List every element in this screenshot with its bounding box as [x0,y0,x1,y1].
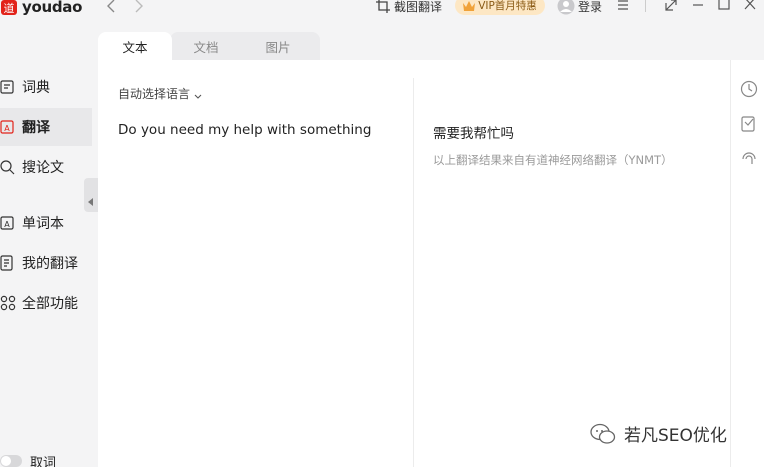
translation-panel: 自动选择语言 Do you need my help with somethin… [98,60,764,467]
crop-icon [376,0,390,13]
tab-document[interactable]: 文档 [172,32,240,60]
sidebar-item-wordbook[interactable]: A 单词本 [0,204,92,242]
tab-label: 文本 [122,39,148,55]
source-text-input[interactable]: Do you need my help with something [118,122,408,138]
tab-text[interactable]: 文本 [98,32,172,60]
sidebar-item-label: 我的翻译 [22,256,78,272]
screenshot-translate-button[interactable]: 截图翻译 [376,0,442,15]
my-translation-icon [0,255,16,271]
wechat-icon [590,423,616,445]
sidebar-item-label: 全部功能 [22,296,78,312]
source-pane[interactable]: 自动选择语言 Do you need my help with somethin… [98,60,413,467]
screenshot-translate-label: 截图翻译 [394,0,443,14]
feedback-icon[interactable] [740,115,758,133]
search-paper-icon [0,159,16,175]
history-icon[interactable] [740,80,758,98]
dictionary-icon [0,79,16,95]
title-bar: 道 youdao 截图翻译 VIP首月特惠 登录 [0,0,764,28]
word-pick-toggle[interactable] [0,455,22,467]
forward-arrow-icon[interactable] [130,0,146,14]
login-label: 登录 [578,0,603,14]
language-select[interactable]: 自动选择语言 [118,85,203,102]
voice-icon[interactable] [740,150,758,168]
vip-promo-badge[interactable]: VIP首月特惠 [455,0,545,15]
vip-label: VIP首月特惠 [478,0,537,12]
watermark-text: 若凡SEO优化 [624,426,727,446]
logo-text: youdao [22,0,83,16]
sidebar-item-my-translation[interactable]: 我的翻译 [0,244,92,282]
login-button[interactable]: 登录 [557,0,602,15]
watermark: 若凡SEO优化 [590,421,727,446]
sidebar-item-label: 翻译 [22,120,50,136]
menu-icon[interactable] [615,0,631,13]
back-arrow-icon[interactable] [104,0,120,14]
minimize-icon[interactable] [690,0,706,13]
sidebar: 词典 A 翻译 搜论文 A 单词本 我的翻译 全部功能 取词 [0,28,98,467]
tab-label: 图片 [265,39,291,55]
app-logo[interactable]: 道 youdao [0,0,82,18]
svg-text:道: 道 [4,1,15,15]
result-pane: 需要我帮忙吗 以上翻译结果来自有道神经网络翻译（YNMT） [414,60,730,467]
engine-note: 以上翻译结果来自有道神经网络翻译（YNMT） [433,153,673,167]
all-features-icon [0,295,16,311]
avatar-icon [557,0,575,15]
crown-icon [463,0,476,11]
collapse-arrow-icon [88,191,94,206]
maximize-icon[interactable] [716,0,732,13]
wordbook-icon: A [0,215,16,231]
sidebar-item-translate[interactable]: A 翻译 [0,108,92,146]
logo-mark-icon: 道 [0,0,18,16]
close-icon[interactable] [742,0,758,13]
sidebar-item-label: 单词本 [22,216,64,232]
titlebar-divider [645,0,646,12]
tab-label: 文档 [193,39,219,55]
pin-window-icon[interactable] [663,0,679,13]
sidebar-item-search-paper[interactable]: 搜论文 [0,148,92,186]
svg-text:A: A [4,220,10,229]
sidebar-item-label: 词典 [22,80,50,96]
tab-image[interactable]: 图片 [244,32,312,60]
translation-result: 需要我帮忙吗 [433,126,514,142]
right-tool-rail [730,60,764,467]
sidebar-collapse-handle[interactable] [84,178,98,212]
translate-icon: A [0,119,16,135]
sidebar-item-all-features[interactable]: 全部功能 [0,284,92,322]
sidebar-item-label: 搜论文 [22,160,64,176]
chevron-down-icon [193,90,203,99]
sidebar-item-dictionary[interactable]: 词典 [0,68,92,106]
svg-text:A: A [4,124,10,133]
language-select-label: 自动选择语言 [118,87,191,101]
word-pick-label: 取词 [30,455,57,467]
word-pick-toggle-row[interactable]: 取词 [0,451,56,467]
